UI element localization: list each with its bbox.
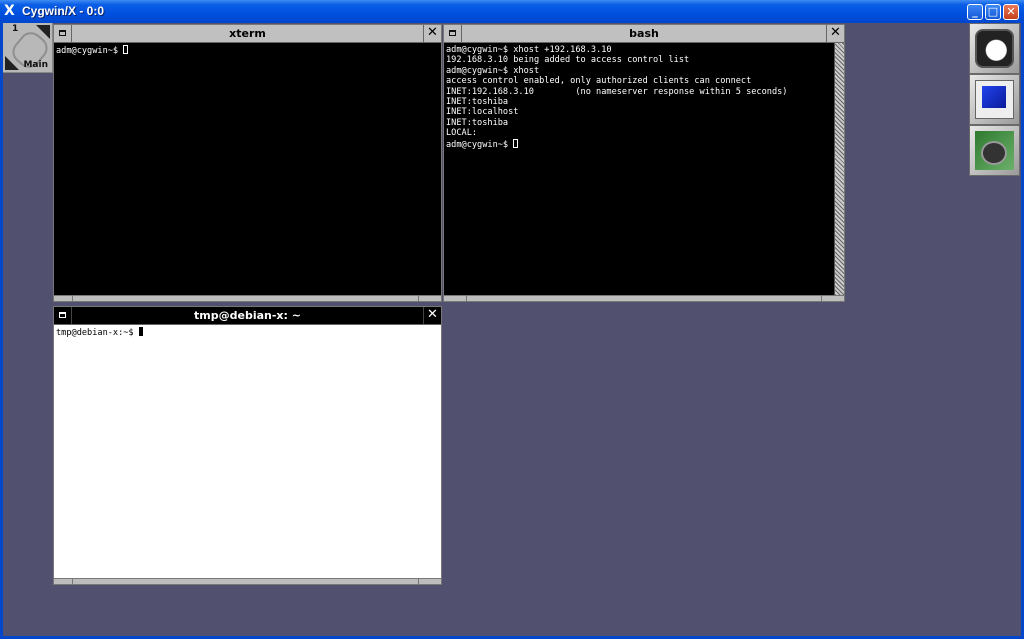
maximize-icon: □ (987, 5, 999, 18)
xterm-resize-bar[interactable] (54, 295, 441, 301)
bash-titlebar[interactable]: bash ✕ (444, 25, 844, 43)
resize-divider (418, 296, 419, 301)
close-icon: ✕ (1006, 5, 1016, 18)
bash-scrollbar[interactable] (834, 43, 844, 295)
minimize-button[interactable]: _ (967, 4, 983, 20)
window-menu-icon[interactable] (54, 25, 72, 42)
xterm-prompt: adm@cygwin~$ (56, 46, 124, 56)
workspace-number: 1 (12, 24, 19, 34)
terminal-line: INET:toshiba (446, 97, 509, 108)
terminal-line: access control enabled, only authorized … (446, 76, 752, 87)
terminal-line: INET:192.168.3.10 (no nameserver respons… (446, 86, 788, 97)
xterm-window[interactable]: xterm ✕ adm@cygwin~$ (53, 24, 442, 302)
text-cursor (138, 327, 143, 336)
debian-title: tmp@debian-x: ~ (194, 309, 301, 322)
graphics-app-icon (975, 131, 1014, 170)
window-menu-icon[interactable] (444, 25, 462, 42)
resize-divider (72, 579, 73, 584)
close-icon: ✕ (427, 307, 438, 322)
x-logo-icon: X (4, 3, 15, 19)
window-border-left (0, 23, 3, 639)
text-cursor (513, 138, 519, 148)
bash-resize-bar[interactable] (444, 295, 844, 301)
debian-titlebar[interactable]: tmp@debian-x: ~ ✕ (54, 307, 441, 325)
workspace-pager[interactable]: 1 Main (3, 23, 53, 73)
bash-close-button[interactable]: ✕ (826, 25, 844, 42)
terminal-line: adm@cygwin~$ xhost +192.168.3.10 (446, 45, 612, 55)
debian-terminal[interactable]: tmp@debian-x:~$ (54, 325, 441, 578)
close-icon: ✕ (427, 25, 438, 40)
terminal-line: INET:localhost (446, 107, 519, 118)
debian-prompt: tmp@debian-x:~$ (56, 328, 139, 338)
cygwin-window-titlebar[interactable]: X Cygwin/X - 0:0 _ □ ✕ (0, 0, 1024, 23)
minimize-icon: _ (972, 5, 978, 18)
workspace-label: Main (23, 60, 48, 70)
resize-divider (821, 296, 822, 301)
terminal-line: adm@cygwin~$ xhost (446, 65, 540, 76)
debian-resize-bar[interactable] (54, 578, 441, 584)
xterm-terminal[interactable]: adm@cygwin~$ (54, 43, 441, 295)
xterm-titlebar[interactable]: xterm ✕ (54, 25, 441, 43)
bash-window[interactable]: bash ✕ adm@cygwin~$ xhost +192.168.3.10 1… (443, 24, 845, 302)
dock-app-1[interactable] (969, 23, 1020, 74)
debian-terminal-window[interactable]: tmp@debian-x: ~ ✕ tmp@debian-x:~$ (53, 306, 442, 585)
bash-prompt: adm@cygwin~$ (446, 139, 514, 150)
close-icon: ✕ (830, 25, 841, 40)
dock-app-2[interactable] (969, 74, 1020, 125)
close-window-button[interactable]: ✕ (1003, 4, 1019, 20)
text-cursor (123, 45, 129, 54)
resize-divider (418, 579, 419, 584)
debian-close-button[interactable]: ✕ (423, 307, 441, 324)
bash-title: bash (629, 27, 659, 40)
monitor-icon (975, 80, 1014, 119)
resize-divider (466, 296, 467, 301)
window-menu-icon[interactable] (54, 307, 72, 324)
xterm-title: xterm (229, 27, 266, 40)
xterm-close-button[interactable]: ✕ (423, 25, 441, 42)
bash-terminal[interactable]: adm@cygwin~$ xhost +192.168.3.10 192.168.… (444, 43, 833, 295)
window-title: Cygwin/X - 0:0 (22, 4, 105, 18)
dock-app-3[interactable] (969, 125, 1020, 176)
terminal-line: 192.168.3.10 being added to access contr… (446, 55, 690, 66)
window-manager-icon (975, 29, 1014, 68)
resize-divider (72, 296, 73, 301)
terminal-line: INET:toshiba (446, 117, 509, 128)
maximize-button[interactable]: □ (985, 4, 1001, 20)
terminal-line: LOCAL: (446, 128, 478, 139)
